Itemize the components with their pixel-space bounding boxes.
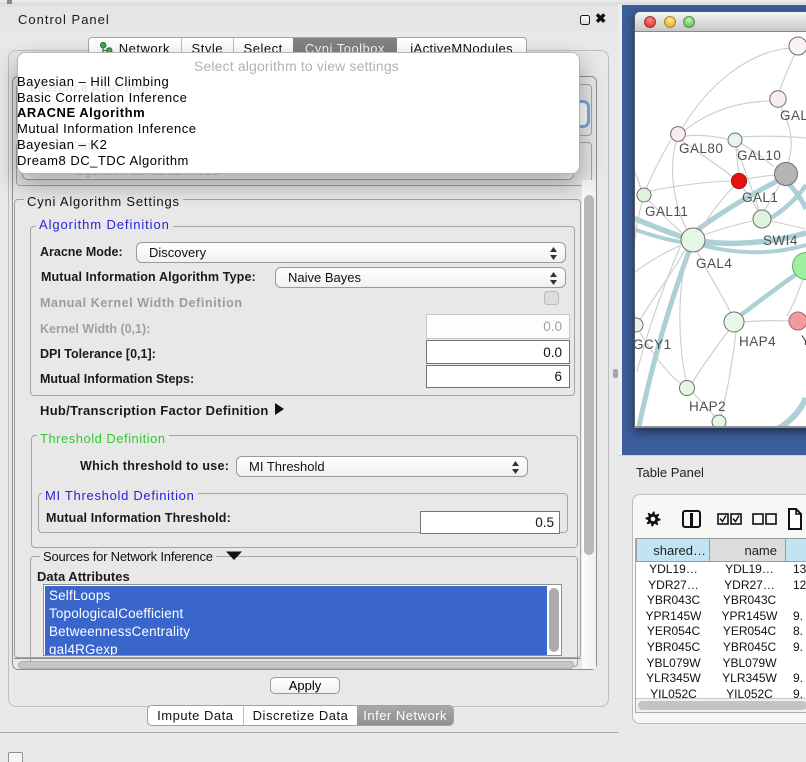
svg-text:GAL10: GAL10 [737, 148, 781, 163]
svg-text:GAL80: GAL80 [679, 141, 723, 156]
svg-text:GAL7: GAL7 [780, 108, 806, 123]
svg-text:SWI4: SWI4 [763, 233, 798, 248]
svg-text:GAL1: GAL1 [742, 190, 778, 205]
svg-text:HAP2: HAP2 [689, 399, 726, 414]
svg-text:GAL4: GAL4 [696, 256, 732, 271]
svg-text:HAP4: HAP4 [739, 334, 776, 349]
svg-text:GAL11: GAL11 [645, 204, 688, 219]
svg-text:GCY1: GCY1 [635, 337, 672, 352]
svg-text:Y: Y [801, 333, 806, 348]
